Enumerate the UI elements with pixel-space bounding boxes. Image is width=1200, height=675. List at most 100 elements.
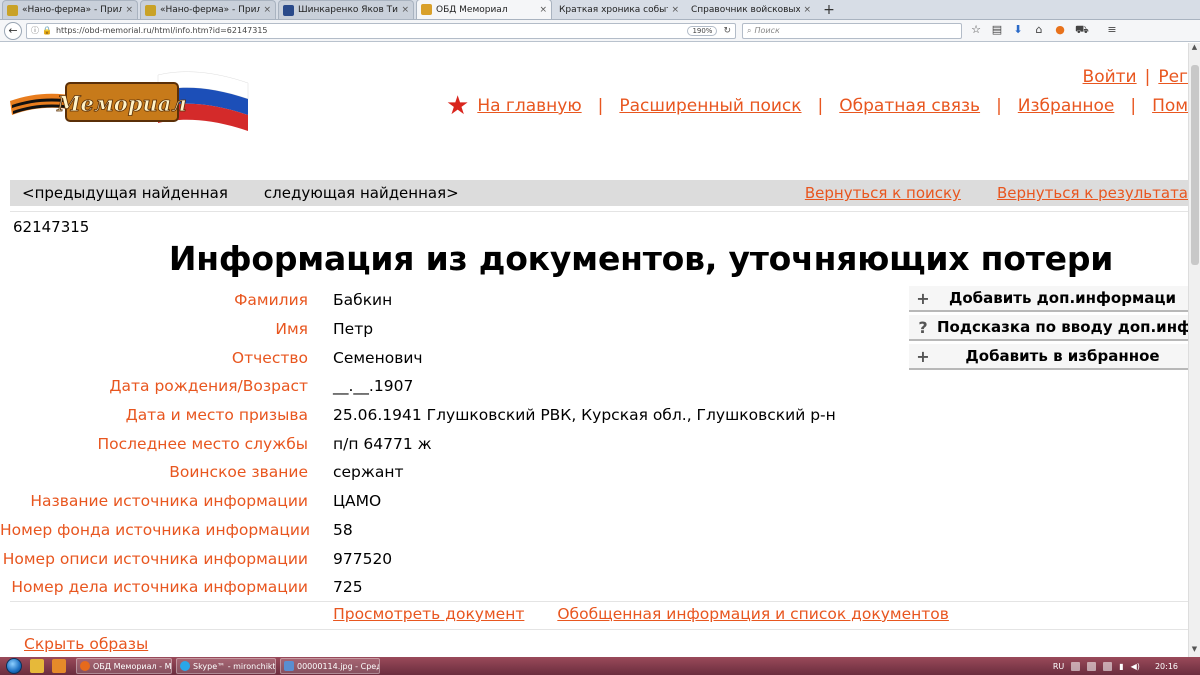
star-icon[interactable]: ☆ — [970, 23, 982, 38]
back-to-results-link[interactable]: Вернуться к результата — [997, 184, 1188, 202]
hide-images-link[interactable]: Скрыть образы — [24, 635, 148, 653]
nav-advanced-search-link[interactable]: Расширенный поиск — [619, 96, 801, 116]
divider — [10, 601, 1188, 602]
explorer-icon[interactable] — [30, 659, 44, 673]
scroll-down-icon[interactable]: ▼ — [1189, 645, 1200, 657]
scrollbar-thumb[interactable] — [1191, 65, 1199, 265]
back-arrow-icon[interactable]: ← — [4, 21, 22, 40]
browser-tab[interactable]: «Нано-ферма» - Приложен × — [140, 0, 276, 19]
field-value: 58 — [333, 520, 353, 539]
start-button-icon[interactable] — [6, 658, 22, 674]
record-id: 62147315 — [13, 218, 90, 236]
field-row: Номер дела источника информации 725 — [0, 573, 900, 602]
scroll-up-icon[interactable]: ▲ — [1189, 43, 1200, 55]
close-tab-icon[interactable]: × — [401, 5, 409, 15]
next-result-link[interactable]: следующая найденная> — [264, 184, 459, 202]
reload-icon[interactable]: ↻ — [723, 26, 731, 36]
network-icon[interactable]: ▮ — [1119, 662, 1123, 671]
close-tab-icon[interactable]: × — [803, 5, 811, 15]
firefox-icon[interactable]: ● — [1054, 23, 1066, 38]
register-link[interactable]: Рег — [1158, 67, 1188, 87]
field-label: Дата рождения/Возраст — [109, 377, 308, 396]
close-tab-icon[interactable]: × — [539, 5, 547, 15]
field-row: Номер фонда источника информации 58 — [0, 516, 900, 545]
browser-tab[interactable]: «Нано-ферма» - Приложен × — [2, 0, 138, 19]
tray-app-icon[interactable] — [1087, 661, 1097, 671]
taskbar-button[interactable]: 00000114.jpg - Сред... — [280, 658, 380, 674]
nav-favorites-link[interactable]: Избранное — [1018, 96, 1115, 116]
reading-list-icon[interactable]: ▤ — [991, 23, 1003, 38]
separator: | — [996, 96, 1002, 116]
previous-result-link[interactable]: <предыдущая найденная — [22, 184, 228, 202]
browser-tab-active[interactable]: ОБД Мемориал × — [416, 0, 552, 19]
browser-tab[interactable]: Шинкаренко Яков Тимофе × — [278, 0, 414, 19]
nav-home-link[interactable]: На главную — [477, 96, 581, 116]
field-row: Номер описи источника информации 977520 — [0, 544, 900, 573]
tab-title: Справочник войсковых частей — [691, 5, 801, 15]
cart-icon[interactable]: ⛟ — [1075, 23, 1089, 38]
nav-feedback-link[interactable]: Обратная связь — [839, 96, 980, 116]
separator: | — [1130, 96, 1137, 116]
field-label: Номер фонда источника информации — [0, 520, 311, 539]
add-info-button[interactable]: + Добавить доп.информаци — [909, 286, 1188, 312]
page-title: Информация из документов, уточняющих пот… — [168, 239, 1114, 278]
menu-icon[interactable]: ≡ — [1106, 23, 1118, 38]
taskbar-button[interactable]: Skype™ - mironchikt... — [176, 658, 276, 674]
nav-help-link[interactable]: Помощь — [1152, 96, 1188, 116]
field-value: __.__.1907 — [333, 377, 414, 396]
new-tab-button[interactable]: + — [818, 1, 840, 19]
field-value: 725 — [333, 578, 363, 597]
field-label: Фамилия — [234, 291, 308, 310]
nano-farm-favicon-icon — [145, 4, 156, 16]
zoom-indicator[interactable]: 190% — [687, 25, 718, 36]
clock[interactable]: 20:16 — [1155, 662, 1178, 671]
field-row: Отчество Семенович — [0, 343, 900, 372]
close-tab-icon[interactable]: × — [263, 5, 271, 15]
taskbar-button[interactable]: ОБД Мемориал - М... — [76, 658, 172, 674]
field-label: Дата и место призыва — [125, 406, 308, 425]
language-indicator[interactable]: RU — [1053, 662, 1064, 671]
field-label: Отчество — [231, 348, 308, 367]
image-viewer-icon — [284, 661, 294, 671]
tab-title: «Нано-ферма» - Приложен — [160, 5, 261, 15]
field-label: Воинское звание — [169, 463, 308, 482]
close-tab-icon[interactable]: × — [671, 5, 679, 15]
input-hint-button[interactable]: ? Подсказка по вводу доп.инфор — [909, 315, 1188, 341]
button-label: Подсказка по вводу доп.инфор — [937, 318, 1188, 336]
field-label: Номер дела источника информации — [11, 578, 308, 597]
field-row: Последнее место службы п/п 64771 ж — [0, 429, 900, 458]
tab-title: «Нано-ферма» - Приложен — [22, 5, 123, 15]
account-links: Войти | Рег — [1083, 67, 1188, 87]
view-document-link[interactable]: Просмотреть документ — [333, 605, 524, 623]
info-icon[interactable]: ⓘ — [31, 25, 39, 36]
field-row: Воинское звание сержант — [0, 458, 900, 487]
home-icon[interactable]: ⌂ — [1033, 23, 1045, 38]
media-player-icon[interactable] — [52, 659, 66, 673]
url-text[interactable]: https://obd-memorial.ru/html/info.htm?id… — [56, 26, 687, 35]
tray-app-icon[interactable] — [1103, 661, 1113, 671]
memorial-favicon-icon — [421, 4, 432, 15]
address-bar[interactable]: ⓘ 🔒 https://obd-memorial.ru/html/info.ht… — [26, 22, 736, 39]
back-to-search-link[interactable]: Вернуться к поиску — [805, 184, 961, 202]
button-label: Добавить в избранное — [965, 347, 1160, 365]
field-label: Последнее место службы — [97, 434, 308, 453]
tab-title: Краткая хроника событий в Кал — [559, 5, 668, 15]
vertical-scrollbar[interactable]: ▲ ▼ — [1188, 43, 1200, 657]
volume-icon[interactable]: ◀) — [1131, 662, 1140, 671]
field-row: Дата рождения/Возраст __.__.1907 — [0, 372, 900, 401]
tray-app-icon[interactable] — [1071, 661, 1081, 671]
add-to-favorites-button[interactable]: + Добавить в избранное — [909, 344, 1188, 370]
close-tab-icon[interactable]: × — [125, 5, 133, 15]
memorial-logo[interactable]: Мемориал — [8, 61, 253, 131]
field-label: Название источника информации — [30, 492, 308, 511]
taskbar-label: 00000114.jpg - Сред... — [297, 661, 379, 671]
browser-tab[interactable]: Справочник войсковых частей × — [686, 0, 816, 19]
browser-tab[interactable]: Краткая хроника событий в Кал × — [554, 0, 684, 19]
tab-strip: «Нано-ферма» - Приложен × «Нано-ферма» -… — [0, 0, 1200, 20]
login-link[interactable]: Войти — [1083, 67, 1137, 87]
search-input[interactable]: ⌕ Поиск — [742, 22, 962, 39]
lock-icon: 🔒 — [42, 26, 52, 35]
separator: | — [597, 96, 604, 116]
summary-link[interactable]: Обобщенная информация и список документо… — [557, 605, 949, 623]
downloads-icon[interactable]: ⬇ — [1012, 23, 1024, 38]
